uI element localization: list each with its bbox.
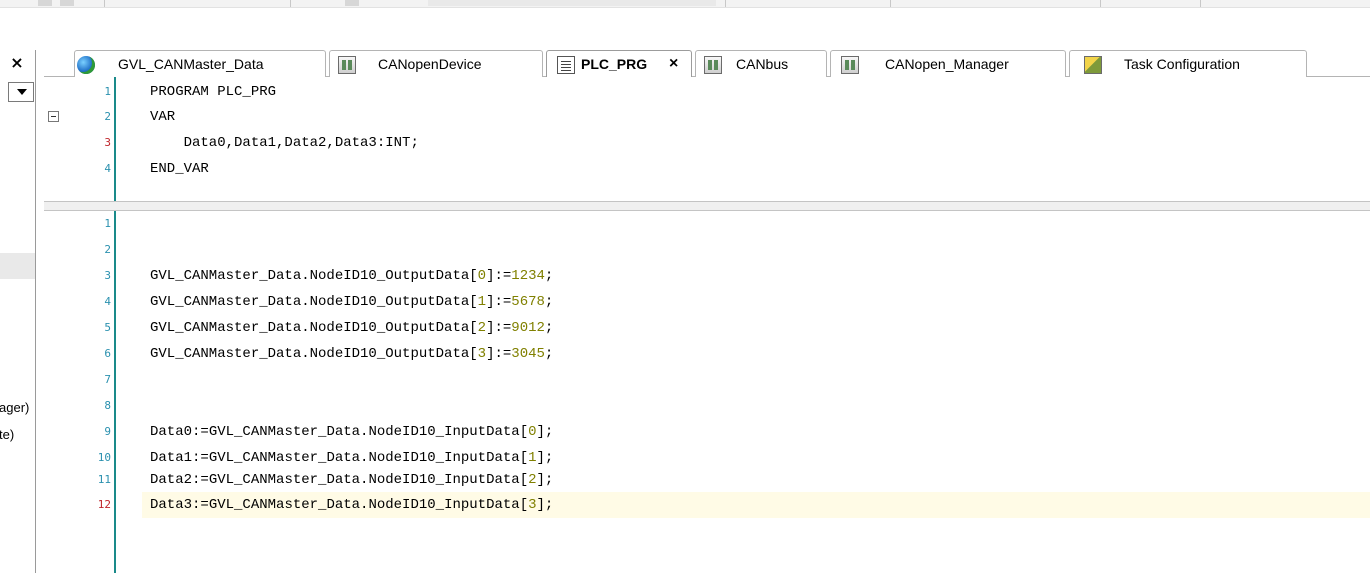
code-line[interactable]: 8 (44, 393, 1370, 419)
implementation-editor[interactable]: 1 2 3 GVL_CANMaster_Data.NodeID10_Output… (44, 211, 1370, 573)
code-text: Data0:=GVL_CANMaster_Data.NodeID10_Input… (150, 424, 554, 440)
code-line[interactable]: 7 (44, 367, 1370, 393)
tab-label: CANopenDevice (378, 56, 482, 72)
code-text: VAR (150, 109, 176, 125)
tree-item-fragment[interactable]: te) (0, 427, 14, 442)
code-line[interactable]: 6 GVL_CANMaster_Data.NodeID10_OutputData… (44, 341, 1370, 367)
line-number: 7 (104, 373, 111, 386)
tab-label: CANbus (736, 56, 789, 72)
toolbar-area (0, 8, 1370, 46)
line-number: 8 (104, 399, 111, 412)
code-text: GVL_CANMaster_Data.NodeID10_OutputData[1… (150, 294, 554, 310)
line-number: 12 (97, 498, 111, 511)
toolbar-button[interactable] (345, 0, 359, 6)
tab-label: CANopen_Manager (885, 56, 1009, 72)
device-icon (704, 56, 722, 74)
code-line[interactable]: 3 Data0,Data1,Data2,Data3:INT; (44, 130, 1370, 156)
code-text: Data0,Data1,Data2,Data3:INT; (150, 135, 419, 151)
line-number: 1 (104, 85, 111, 98)
line-number: 3 (104, 269, 111, 282)
code-line[interactable]: 2 VAR (44, 104, 1370, 130)
tab-task-configuration[interactable]: Task Configuration (1069, 50, 1307, 77)
line-number: 1 (104, 217, 111, 230)
pane-splitter[interactable] (44, 201, 1370, 211)
tab-label: Task Configuration (1124, 56, 1240, 72)
tab-canbus[interactable]: CANbus (695, 50, 827, 77)
code-line[interactable]: 1 PROGRAM PLC_PRG (44, 79, 1370, 105)
tab-canopen-device[interactable]: CANopenDevice (329, 50, 543, 77)
code-text: END_VAR (150, 161, 209, 177)
code-text: Data2:=GVL_CANMaster_Data.NodeID10_Input… (150, 472, 554, 488)
code-line[interactable]: 2 (44, 237, 1370, 263)
editor-tab-strip: GVL_CANMaster_Data CANopenDevice PLC_PRG… (44, 46, 1370, 78)
code-line-current[interactable]: 12 Data3:=GVL_CANMaster_Data.NodeID10_In… (44, 492, 1370, 518)
line-number: 2 (104, 110, 111, 123)
chevron-down-icon (17, 89, 27, 95)
globe-icon (77, 56, 95, 74)
code-text: Data3:=GVL_CANMaster_Data.NodeID10_Input… (150, 497, 554, 513)
toolbar-button[interactable] (60, 0, 74, 6)
line-number: 3 (104, 136, 111, 149)
tab-gvl-canmaster-data[interactable]: GVL_CANMaster_Data (74, 50, 326, 77)
tree-selected-row[interactable] (0, 253, 35, 279)
top-toolbar (0, 0, 1370, 8)
toolbar-button[interactable] (38, 0, 52, 6)
device-icon (841, 56, 859, 74)
tab-canopen-manager[interactable]: CANopen_Manager (830, 50, 1066, 77)
line-number: 6 (104, 347, 111, 360)
document-icon (557, 56, 575, 74)
code-line[interactable]: 4 END_VAR (44, 156, 1370, 182)
devices-panel: × ager) te) (0, 50, 36, 573)
tab-label: PLC_PRG (581, 56, 648, 72)
panel-dropdown[interactable] (8, 82, 34, 102)
line-number: 2 (104, 243, 111, 256)
code-line[interactable]: 11 Data2:=GVL_CANMaster_Data.NodeID10_In… (44, 467, 1370, 493)
code-text: GVL_CANMaster_Data.NodeID10_OutputData[0… (150, 268, 554, 284)
code-line[interactable]: 1 (44, 211, 1370, 237)
device-icon (338, 56, 356, 74)
code-line[interactable]: 4 GVL_CANMaster_Data.NodeID10_OutputData… (44, 289, 1370, 315)
code-line[interactable]: 9 Data0:=GVL_CANMaster_Data.NodeID10_Inp… (44, 419, 1370, 445)
code-line[interactable]: 3 GVL_CANMaster_Data.NodeID10_OutputData… (44, 263, 1370, 289)
tree-item-fragment[interactable]: ager) (0, 400, 29, 415)
tab-plc-prg[interactable]: PLC_PRG × (546, 50, 692, 78)
task-config-icon (1084, 56, 1102, 74)
declaration-editor[interactable]: 1 PROGRAM PLC_PRG 2 VAR 3 Data0,Data1,Da… (44, 77, 1370, 201)
tab-label: GVL_CANMaster_Data (118, 56, 264, 72)
code-text: PROGRAM PLC_PRG (150, 84, 277, 100)
panel-close-button[interactable]: × (4, 52, 30, 74)
line-number: 4 (104, 295, 111, 308)
code-text: GVL_CANMaster_Data.NodeID10_OutputData[3… (150, 346, 554, 362)
line-number: 9 (104, 425, 111, 438)
code-line[interactable]: 5 GVL_CANMaster_Data.NodeID10_OutputData… (44, 315, 1370, 341)
toolbar-combo[interactable] (428, 0, 716, 6)
line-number: 4 (104, 162, 111, 175)
tab-close-button[interactable]: × (669, 51, 678, 77)
line-number: 11 (97, 473, 111, 486)
code-text: GVL_CANMaster_Data.NodeID10_OutputData[2… (150, 320, 554, 336)
line-number: 5 (104, 321, 111, 334)
